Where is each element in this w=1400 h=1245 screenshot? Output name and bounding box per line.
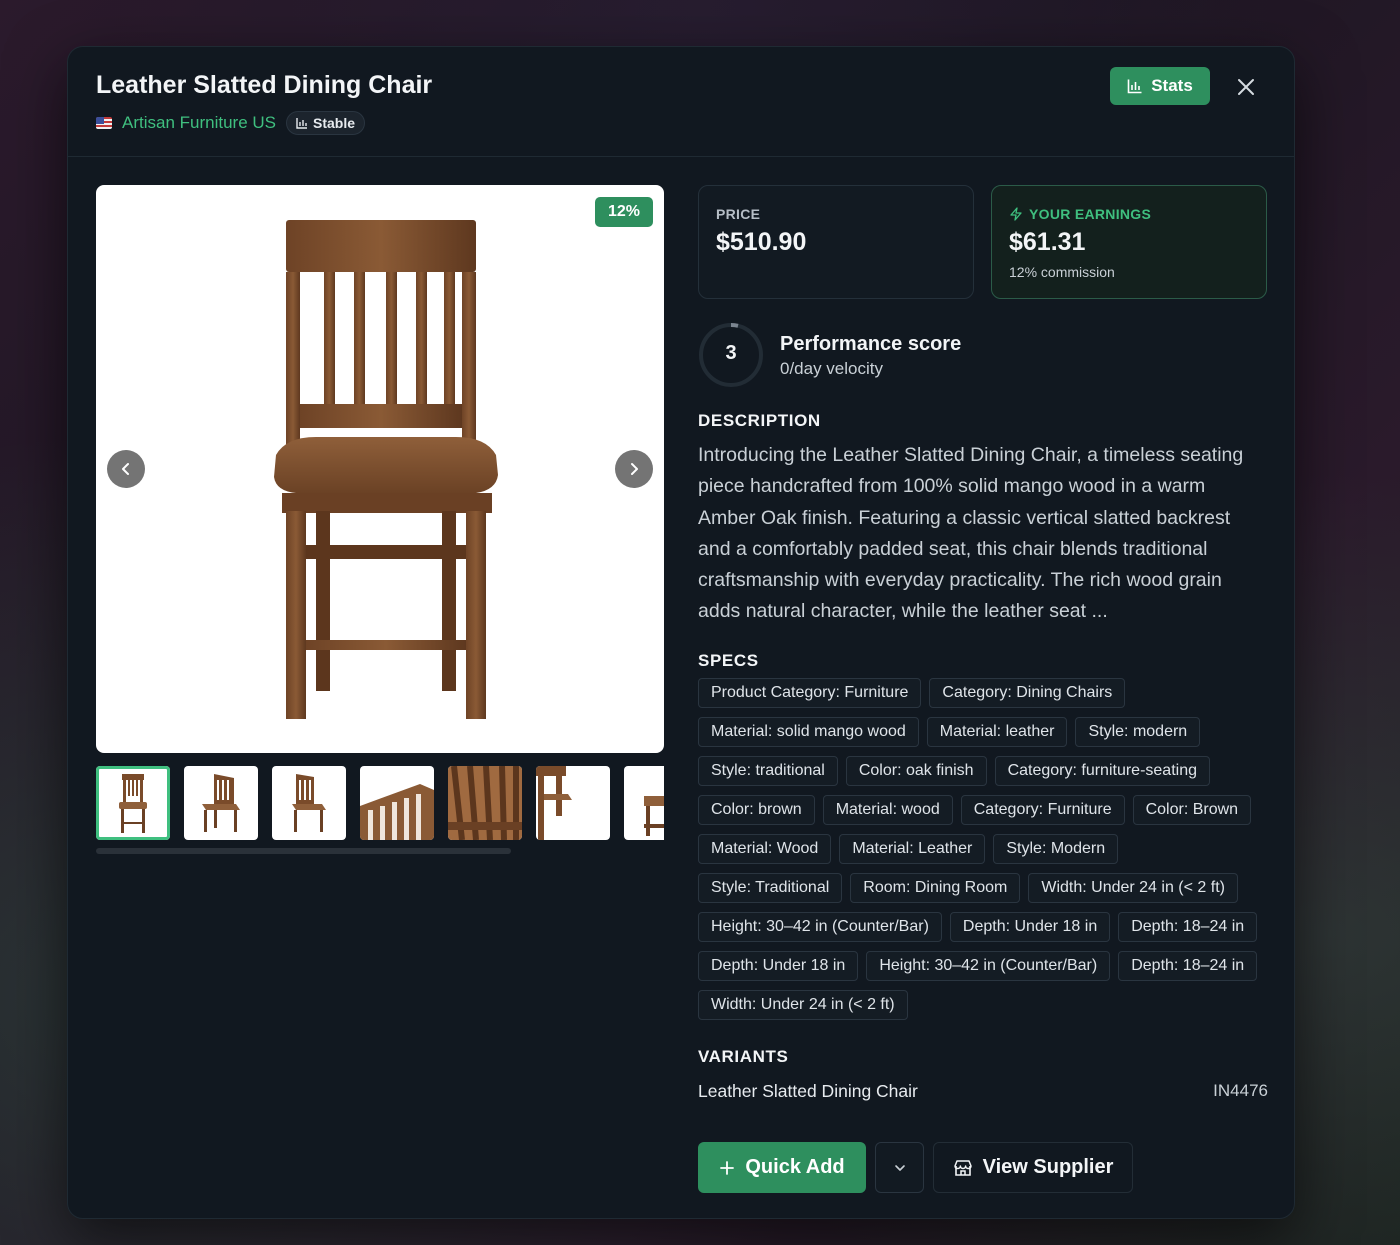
thumbnail-strip [96, 766, 664, 842]
description-heading: DESCRIPTION [698, 411, 821, 430]
earnings-label: YOUR EARNINGS [1029, 206, 1152, 222]
spec-tag: Material: wood [822, 795, 953, 825]
earnings-card: YOUR EARNINGS $61.31 12% commission [991, 185, 1267, 299]
specs-list: Product Category: Furniture Category: Di… [698, 678, 1268, 1020]
performance-score: 3 Performance score 0/day velocity [698, 322, 1258, 388]
spec-tag: Room: Dining Room [850, 873, 1021, 903]
thumbnail-2[interactable] [184, 766, 258, 840]
spec-tag: Color: Brown [1132, 795, 1252, 825]
close-icon [1238, 79, 1254, 95]
spec-tag: Height: 30–42 in (Counter/Bar) [698, 912, 942, 942]
price-card: PRICE $510.90 [698, 185, 974, 299]
thumbnail-scrollbar[interactable] [96, 848, 511, 854]
spec-tag: Material: Wood [698, 834, 832, 864]
variants-heading: VARIANTS [698, 1047, 789, 1066]
thumbnail-1[interactable] [96, 766, 170, 840]
spec-tag: Depth: Under 18 in [949, 912, 1111, 942]
product-title: Leather Slatted Dining Chair [96, 71, 433, 99]
description-text: Introducing the Leather Slatted Dining C… [698, 444, 1244, 623]
bar-chart-icon [1127, 79, 1142, 94]
supplier-link[interactable]: Artisan Furniture US [122, 113, 276, 133]
spec-tag: Material: leather [926, 717, 1068, 747]
earnings-header: YOUR EARNINGS [1009, 206, 1151, 222]
next-image-button[interactable] [615, 450, 653, 488]
price-value: $510.90 [716, 228, 807, 256]
specs-heading: SPECS [698, 651, 759, 670]
spec-tag: Color: brown [698, 795, 815, 825]
modal-header: Leather Slatted Dining Chair Artisan Fur… [68, 47, 1294, 157]
thumbnail-image [202, 774, 240, 832]
thumbnail-7[interactable] [624, 766, 664, 840]
chevron-right-icon [631, 463, 638, 475]
thumbnail-image [292, 774, 326, 832]
thumbnail-6[interactable] [536, 766, 610, 840]
stability-label: Stable [313, 115, 356, 131]
action-bar: Quick Add View Supplier [698, 1142, 1133, 1193]
variant-name[interactable]: Leather Slatted Dining Chair [698, 1081, 918, 1102]
thumbnail-image [536, 766, 572, 840]
close-button[interactable] [1234, 75, 1258, 99]
stats-button[interactable]: Stats [1110, 67, 1210, 105]
spec-tag: Style: modern [1075, 717, 1201, 747]
spec-tag: Style: Traditional [698, 873, 843, 903]
spec-tag: Category: Dining Chairs [929, 678, 1126, 708]
chevron-down-icon [894, 1164, 905, 1171]
quick-add-button[interactable]: Quick Add [698, 1142, 866, 1193]
spec-tag: Depth: 18–24 in [1118, 951, 1258, 981]
plus-icon [720, 1160, 735, 1175]
spec-tag: Color: oak finish [845, 756, 987, 786]
quick-add-options-button[interactable] [875, 1142, 924, 1193]
store-icon [953, 1159, 972, 1176]
spec-tag: Material: Leather [839, 834, 986, 864]
thumbnail-3[interactable] [272, 766, 346, 840]
us-flag-icon [96, 117, 112, 129]
stability-badge: Stable [286, 111, 366, 135]
spec-tag: Material: solid mango wood [698, 717, 919, 747]
view-supplier-button[interactable]: View Supplier [933, 1142, 1133, 1193]
spec-tag: Depth: Under 18 in [698, 951, 859, 981]
product-image [274, 220, 498, 719]
supplier-row: Artisan Furniture US Stable [96, 111, 366, 135]
earnings-value: $61.31 [1009, 228, 1086, 256]
thumbnail-image [360, 784, 434, 840]
variant-sku: IN4476 [1213, 1081, 1268, 1100]
bar-chart-icon [296, 118, 307, 129]
previous-image-button[interactable] [107, 450, 145, 488]
price-label: PRICE [716, 206, 761, 222]
spec-tag: Product Category: Furniture [698, 678, 922, 708]
performance-title: Performance score [780, 333, 962, 355]
spec-tag: Category: furniture-seating [994, 756, 1210, 786]
product-detail-modal: Leather Slatted Dining Chair Artisan Fur… [67, 46, 1295, 1219]
spec-tag: Width: Under 24 in (< 2 ft) [698, 990, 908, 1020]
velocity-text: 0/day velocity [780, 359, 883, 378]
score-value: 3 [725, 342, 737, 364]
spec-tag: Width: Under 24 in (< 2 ft) [1028, 873, 1238, 903]
commission-badge: 12% [594, 197, 653, 227]
stats-label: Stats [1151, 76, 1193, 95]
thumbnail-image [644, 796, 664, 836]
spec-tag: Style: Modern [993, 834, 1119, 864]
chevron-left-icon [122, 463, 129, 475]
product-image-viewer[interactable]: 12% [96, 185, 664, 753]
spec-tag: Category: Furniture [960, 795, 1125, 825]
thumbnail-image [448, 766, 522, 840]
thumbnail-5[interactable] [448, 766, 522, 840]
thumbnail-image [119, 774, 147, 833]
spec-tag: Style: traditional [698, 756, 838, 786]
spec-tag: Depth: 18–24 in [1118, 912, 1258, 942]
commission-text: 12% commission [1009, 264, 1115, 280]
lightning-icon [1010, 207, 1022, 221]
view-supplier-label: View Supplier [982, 1156, 1114, 1178]
spec-tag: Height: 30–42 in (Counter/Bar) [866, 951, 1111, 981]
thumbnail-4[interactable] [360, 766, 434, 840]
quick-add-label: Quick Add [745, 1156, 845, 1178]
